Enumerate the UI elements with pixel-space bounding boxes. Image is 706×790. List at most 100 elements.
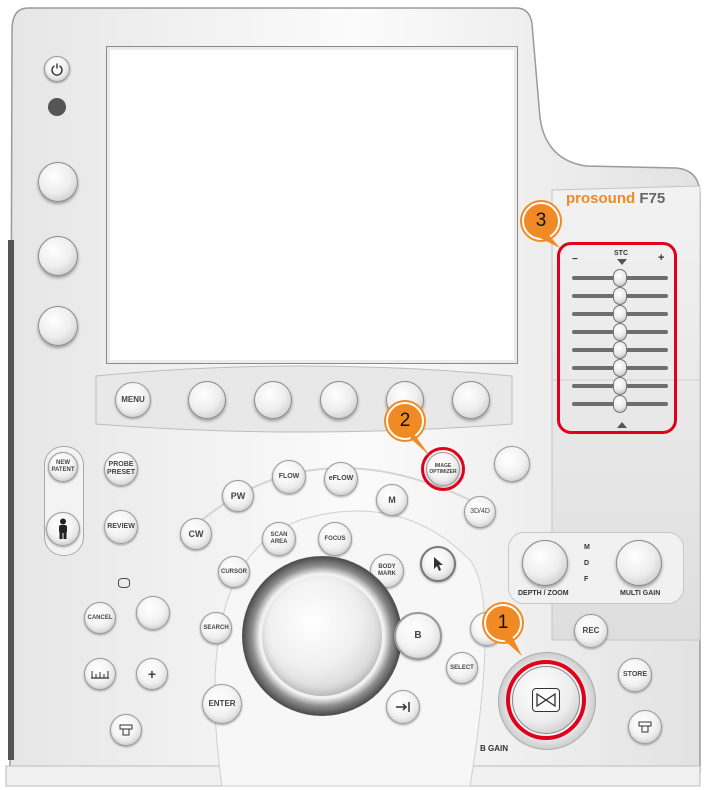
blank-right-button[interactable] [494, 446, 530, 482]
three-d-four-d-button[interactable]: 3D/4D [464, 496, 496, 528]
callout-marker-3: 3 [522, 202, 560, 240]
scan-area-label: SCAN AREA [270, 532, 288, 545]
soft-knob-2[interactable] [254, 381, 292, 419]
b-gain-highlight [506, 660, 586, 740]
stc-label: STC [614, 250, 628, 257]
next-button[interactable] [386, 690, 420, 724]
stc-slider-thumb[interactable] [613, 377, 627, 395]
flow-button[interactable]: FLOW [272, 460, 306, 494]
stc-slider-thumb[interactable] [613, 305, 627, 323]
depth-zoom-knob[interactable] [522, 540, 568, 586]
stc-slider-thumb[interactable] [613, 269, 627, 287]
soft-knob-5[interactable] [452, 381, 490, 419]
three-d-four-d-label: 3D/4D [470, 508, 490, 515]
m-mode-button[interactable]: M [376, 484, 408, 516]
left-knob-1[interactable] [38, 162, 78, 202]
ultrasound-control-panel: MENU NEW PATENT PROBE PRESET REVIEW PW F… [0, 0, 706, 790]
review-button[interactable]: REVIEW [104, 510, 138, 544]
enter-label: ENTER [208, 699, 236, 708]
stc-slider[interactable] [572, 395, 668, 413]
callout-marker-2: 2 [386, 402, 424, 440]
b-mode-label: B [414, 630, 422, 641]
print-icon [638, 721, 652, 733]
soft-knob-3[interactable] [320, 381, 358, 419]
trackball[interactable] [262, 576, 382, 696]
stc-slider[interactable] [572, 359, 668, 377]
stc-slider-thumb[interactable] [613, 359, 627, 377]
callout-3-label: 3 [535, 210, 547, 231]
stc-slider[interactable] [572, 323, 668, 341]
enter-button[interactable]: ENTER [202, 684, 242, 724]
flow-label: FLOW [278, 473, 300, 480]
stc-up-arrow-icon [617, 422, 627, 428]
stc-plus-label: + [658, 252, 665, 264]
stc-slider[interactable] [572, 269, 668, 287]
select-button[interactable]: SELECT [446, 652, 478, 684]
search-button[interactable]: SEARCH [200, 612, 232, 644]
brand-model: F75 [639, 190, 666, 207]
status-indicator-icon [48, 98, 66, 116]
measure-button[interactable] [84, 658, 116, 690]
print-icon [119, 724, 133, 736]
stc-slider[interactable] [572, 287, 668, 305]
select-label: SELECT [450, 665, 474, 671]
patient-button[interactable] [46, 512, 80, 546]
store-button[interactable]: STORE [618, 658, 652, 692]
focus-label: FOCUS [324, 536, 346, 542]
cw-label: CW [188, 529, 204, 539]
stc-slider[interactable] [572, 341, 668, 359]
multi-gain-label: MULTI GAIN [620, 590, 661, 597]
stc-down-arrow-icon [617, 259, 627, 265]
eflow-button[interactable]: eFLOW [324, 462, 358, 496]
new-patient-label: NEW PATENT [51, 460, 75, 473]
callout-2-label: 2 [399, 410, 411, 431]
print-button-right[interactable] [628, 710, 662, 744]
rec-label: REC [582, 626, 600, 635]
plus-button[interactable]: + [136, 658, 168, 690]
cancel-button[interactable]: CANCEL [84, 602, 116, 634]
cursor-label: CURSOR [220, 569, 247, 575]
arrow-to-bar-icon [396, 702, 410, 712]
person-icon [59, 518, 67, 539]
blank-button[interactable] [136, 596, 170, 630]
plus-label: + [147, 666, 157, 682]
scan-area-button[interactable]: SCAN AREA [262, 522, 296, 556]
stc-slider-thumb[interactable] [613, 341, 627, 359]
search-label: SEARCH [203, 625, 229, 631]
pw-button[interactable]: PW [222, 480, 254, 512]
menu-label: MENU [121, 395, 145, 404]
display-screen [106, 46, 518, 364]
cursor-button[interactable]: CURSOR [218, 556, 250, 588]
depth-zoom-label: DEPTH / ZOOM [518, 590, 569, 597]
focus-button[interactable]: FOCUS [318, 522, 352, 556]
stc-slider-thumb[interactable] [613, 287, 627, 305]
left-knob-2[interactable] [38, 236, 78, 276]
m-indicator-label: M [584, 544, 590, 551]
menu-button[interactable]: MENU [115, 382, 151, 418]
probe-preset-button[interactable]: PROBE PRESET [104, 452, 138, 486]
image-optimizer-highlight [421, 447, 465, 491]
new-patient-button[interactable]: NEW PATENT [48, 452, 78, 482]
stc-slider[interactable] [572, 377, 668, 395]
multi-gain-knob[interactable] [616, 540, 662, 586]
eflow-label: eFLOW [328, 475, 354, 482]
stc-slider-bank [572, 268, 668, 418]
pw-label: PW [230, 491, 246, 501]
b-mode-button[interactable]: B [394, 612, 442, 660]
m-mode-label: M [388, 495, 396, 505]
soft-knob-1[interactable] [188, 381, 226, 419]
power-button[interactable] [44, 56, 70, 82]
left-knob-3[interactable] [38, 306, 78, 346]
stc-minus-label: − [572, 254, 578, 265]
print-button-left[interactable] [110, 714, 142, 746]
b-gain-label: B GAIN [480, 744, 508, 753]
f-indicator-label: F [584, 576, 589, 583]
power-icon [51, 63, 63, 76]
rec-button[interactable]: REC [574, 614, 608, 648]
stc-slider-thumb[interactable] [613, 395, 627, 413]
pointer-button[interactable] [420, 546, 456, 582]
stc-slider-thumb[interactable] [613, 323, 627, 341]
ruler-icon [91, 671, 109, 679]
cw-button[interactable]: CW [180, 518, 212, 550]
stc-slider[interactable] [572, 305, 668, 323]
